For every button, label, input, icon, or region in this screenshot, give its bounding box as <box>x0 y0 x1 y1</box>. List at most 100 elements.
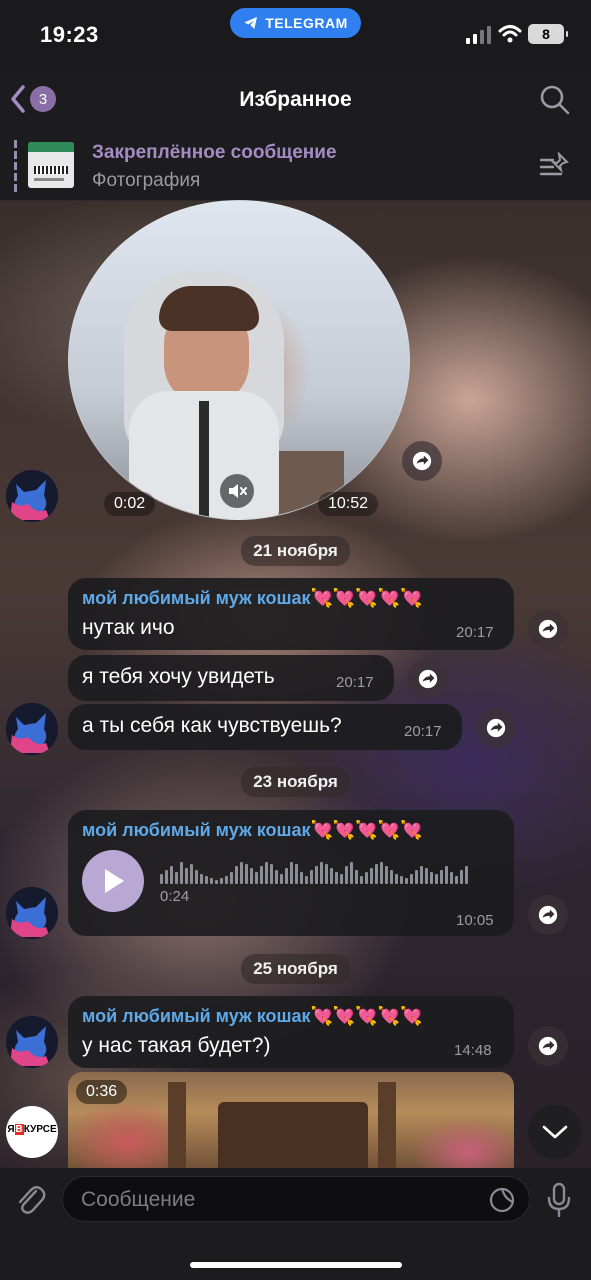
wifi-icon <box>498 25 522 43</box>
avatar[interactable] <box>6 470 58 522</box>
waveform-bar <box>300 872 303 884</box>
play-button[interactable] <box>82 850 144 912</box>
sticker-icon[interactable] <box>489 1187 515 1213</box>
waveform-bar <box>175 872 178 884</box>
message-sender[interactable]: мой любимый муж кошак💘💘💘💘💘 <box>82 1006 423 1027</box>
waveform-bar <box>190 864 193 884</box>
play-icon <box>105 869 124 893</box>
video-zip <box>199 401 209 519</box>
message-sender[interactable]: мой любимый муж кошак💘💘💘💘💘 <box>82 588 423 609</box>
waveform-bar <box>265 862 268 884</box>
message-sender[interactable]: мой любимый муж кошак💘💘💘💘💘 <box>82 820 423 841</box>
waveform-bar <box>395 874 398 884</box>
avatar[interactable] <box>6 703 58 755</box>
channel-badge: ЯВКУРСЕ <box>7 1124 57 1135</box>
waveform-bar <box>410 874 413 884</box>
waveform-bar <box>360 876 363 884</box>
waveform-bar <box>465 866 468 884</box>
date-separator: 23 ноября <box>0 767 591 797</box>
forward-button[interactable] <box>528 895 568 935</box>
forward-button[interactable] <box>476 708 516 748</box>
forward-button[interactable] <box>528 609 568 649</box>
forward-icon <box>418 669 438 689</box>
forward-button[interactable] <box>402 441 442 481</box>
message-time: 14:48 <box>454 1042 492 1059</box>
waveform-bar <box>180 862 183 884</box>
cat-avatar-icon <box>6 887 58 939</box>
waveform-bar <box>355 870 358 884</box>
video-time: 10:52 <box>318 492 379 516</box>
waveform-bar <box>205 876 208 884</box>
waveform-bar <box>415 870 418 884</box>
waveform-bar <box>260 866 263 884</box>
pinned-message-bar[interactable]: Закреплённое сообщение Фотография <box>0 132 591 201</box>
cellular-signal-icon <box>466 26 491 44</box>
waveform-bar <box>220 878 223 884</box>
waveform-bar <box>305 876 308 884</box>
battery-indicator: 8 <box>528 24 568 44</box>
waveform-bar <box>310 870 313 884</box>
waveform-bar <box>435 874 438 884</box>
waveform-bar <box>425 868 428 884</box>
waveform-bar <box>200 874 203 884</box>
waveform-bar <box>290 862 293 884</box>
forward-icon <box>538 1036 558 1056</box>
waveform-bar <box>370 868 373 884</box>
waveform-bar <box>420 866 423 884</box>
date-separator: 25 ноября <box>0 954 591 984</box>
message-field[interactable] <box>62 1176 530 1223</box>
forward-icon <box>486 718 506 738</box>
avatar[interactable] <box>6 1016 58 1068</box>
message-bubble[interactable]: а ты себя как чувствуешь? 20:17 <box>68 704 462 750</box>
waveform-bar <box>185 868 188 884</box>
waveform-bar <box>445 866 448 884</box>
avatar[interactable]: ЯВКУРСЕ <box>6 1106 58 1158</box>
waveform-bar <box>275 870 278 884</box>
waveform-bar <box>440 870 443 884</box>
voice-message-bubble[interactable]: мой любимый муж кошак💘💘💘💘💘 0:24 10:05 <box>68 810 514 936</box>
waveform-bar <box>245 864 248 884</box>
waveform-bar <box>385 866 388 884</box>
waveform-bar <box>460 870 463 884</box>
video-hair <box>159 286 259 331</box>
waveform-bar <box>250 868 253 884</box>
message-bubble[interactable]: мой любимый муж кошак💘💘💘💘💘 нутак ичо 20:… <box>68 578 514 650</box>
waveform-bar <box>390 870 393 884</box>
voice-duration: 0:24 <box>160 888 190 905</box>
waveform-bar <box>280 874 283 884</box>
search-icon[interactable] <box>539 84 571 116</box>
waveform-bar <box>170 866 173 884</box>
forward-button[interactable] <box>528 1026 568 1066</box>
pinned-title: Закреплённое сообщение <box>92 142 337 163</box>
video-message[interactable]: 0:36 <box>68 1072 514 1172</box>
cat-avatar-icon <box>6 470 58 522</box>
message-bubble[interactable]: я тебя хочу увидеть 20:17 <box>68 655 394 701</box>
telegram-pill[interactable]: TELEGRAM <box>230 8 361 38</box>
waveform-bar <box>195 870 198 884</box>
forward-button[interactable] <box>408 659 448 699</box>
voice-waveform[interactable] <box>160 858 490 884</box>
message-text: у нас такая будет?) <box>82 1034 271 1057</box>
paperclip-icon[interactable] <box>14 1182 46 1216</box>
message-input[interactable] <box>79 1177 483 1223</box>
video-note[interactable] <box>68 200 410 520</box>
telegram-pill-label: TELEGRAM <box>265 15 348 31</box>
waveform-bar <box>215 880 218 884</box>
video-elapsed: 0:02 <box>104 492 156 516</box>
avatar[interactable] <box>6 887 58 939</box>
waveform-bar <box>225 876 228 884</box>
waveform-bar <box>165 870 168 884</box>
cat-avatar-icon <box>6 703 58 755</box>
forward-icon <box>412 451 432 471</box>
message-bubble[interactable]: мой любимый муж кошак💘💘💘💘💘 у нас такая б… <box>68 996 514 1068</box>
microphone-icon[interactable] <box>546 1182 572 1218</box>
cat-avatar-icon <box>6 1016 58 1068</box>
waveform-bar <box>405 878 408 884</box>
speaker-muted-icon <box>229 484 247 498</box>
pin-list-icon[interactable] <box>539 152 571 180</box>
media-doorway <box>218 1102 368 1172</box>
mute-button[interactable] <box>220 474 254 508</box>
waveform-bar <box>400 876 403 884</box>
home-indicator <box>190 1262 402 1268</box>
scroll-down-button[interactable] <box>528 1105 582 1159</box>
